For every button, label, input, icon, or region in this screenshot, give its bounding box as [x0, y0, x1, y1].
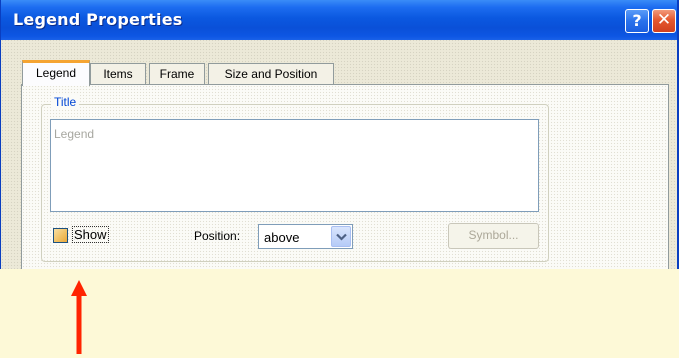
position-select[interactable]: above: [258, 224, 353, 249]
close-icon: ✕: [656, 10, 672, 30]
show-label-text: Show: [72, 226, 109, 243]
position-select-value: above: [264, 230, 300, 245]
title-bar[interactable]: Legend Properties ? ✕: [1, 0, 677, 40]
chevron-down-icon: [336, 233, 347, 241]
arrow-up-icon: [71, 280, 87, 354]
show-checkbox[interactable]: [53, 228, 68, 243]
window-title: Legend Properties: [13, 10, 183, 29]
position-dropdown-button[interactable]: [331, 226, 351, 247]
close-button[interactable]: ✕: [652, 9, 676, 33]
show-checkbox-label[interactable]: Show: [72, 226, 109, 243]
tab-size-and-position[interactable]: Size and Position: [208, 63, 334, 84]
question-icon: ?: [632, 11, 642, 30]
legend-properties-dialog: Legend Properties ? ✕ Legend Items Frame…: [0, 0, 679, 269]
symbol-button[interactable]: Symbol...: [448, 223, 539, 249]
help-button[interactable]: ?: [625, 9, 649, 33]
position-label: Position:: [194, 229, 241, 243]
tab-legend[interactable]: Legend: [22, 60, 90, 86]
tab-frame[interactable]: Frame: [149, 63, 205, 84]
title-text-field[interactable]: Legend: [50, 119, 539, 212]
title-group-label: Title: [51, 95, 80, 109]
tab-items[interactable]: Items: [90, 63, 146, 84]
